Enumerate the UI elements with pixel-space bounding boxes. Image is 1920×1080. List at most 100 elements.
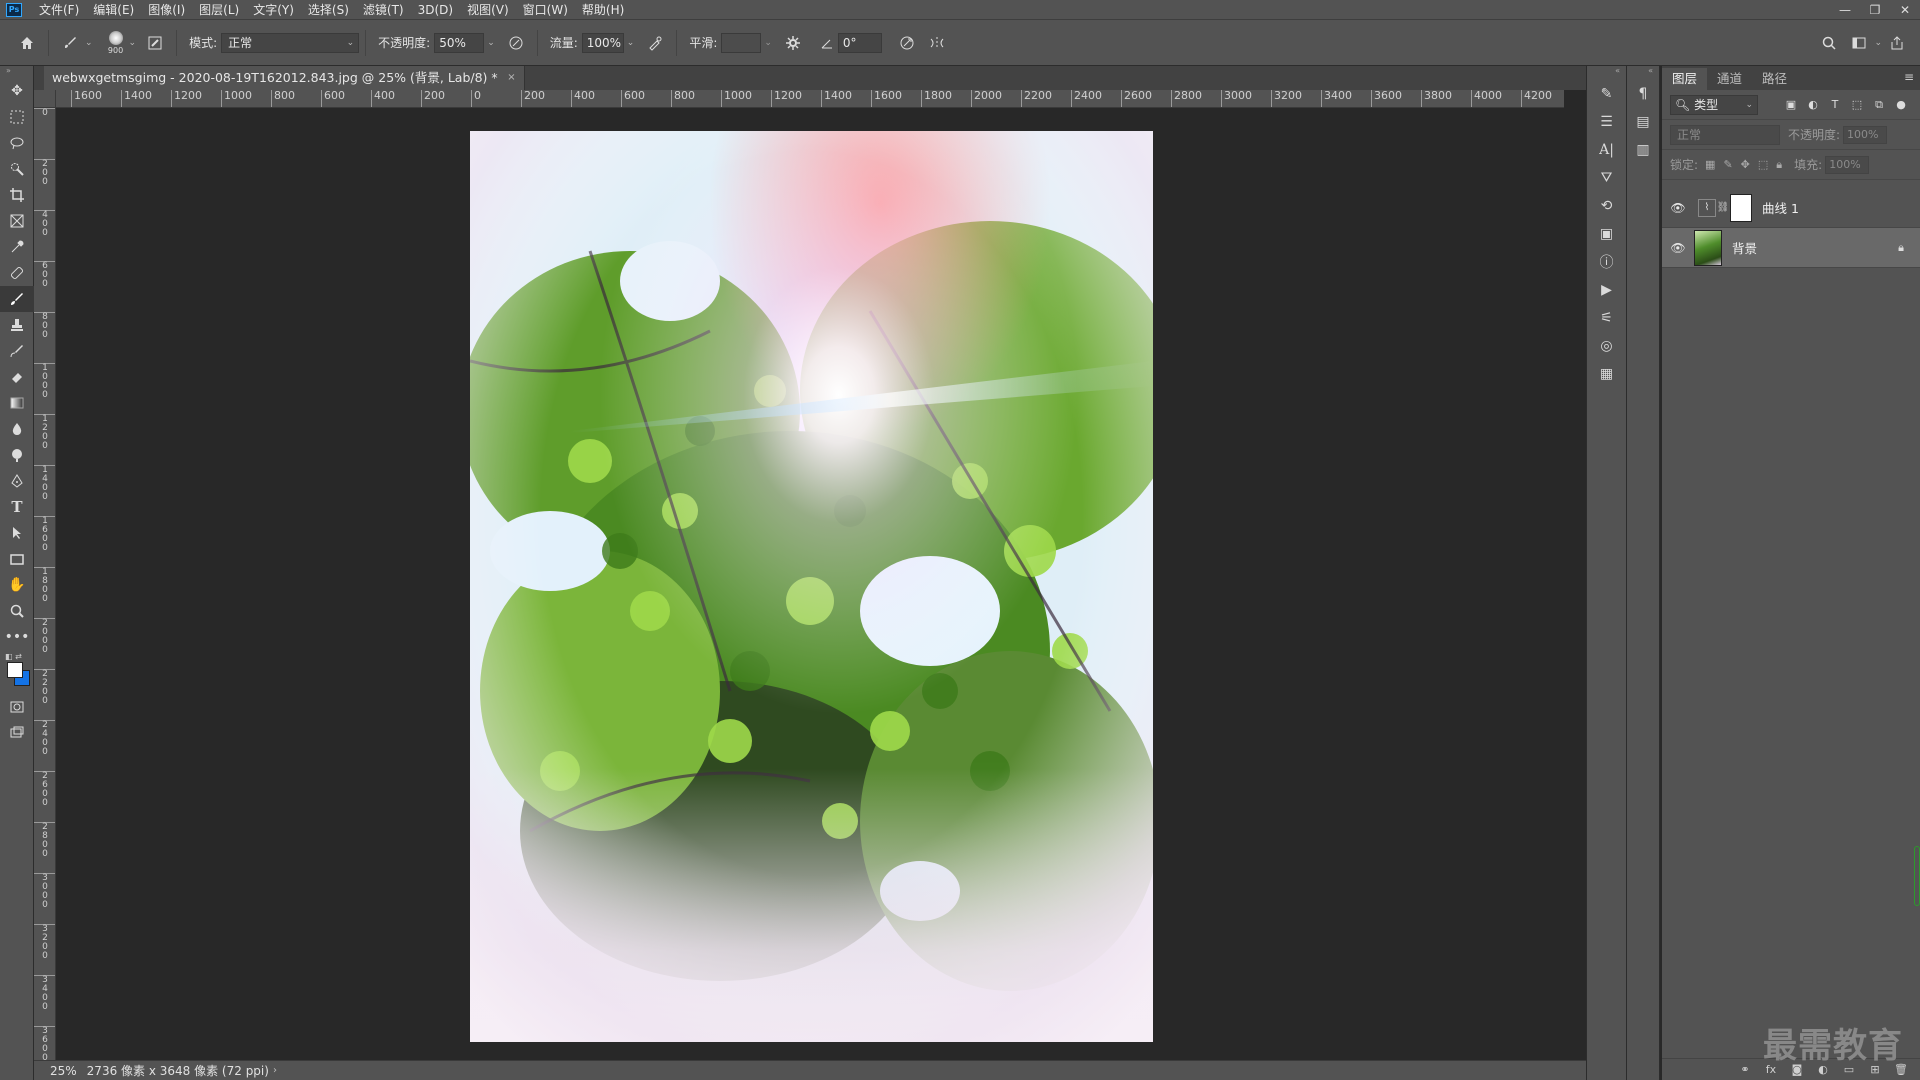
hand-tool-icon[interactable]: ✋: [0, 572, 34, 598]
airbrush-icon[interactable]: [644, 32, 666, 54]
layer-row-curves[interactable]: 👁︎ ⌇ ⛓︎ 曲线 1: [1662, 188, 1920, 228]
menu-3d[interactable]: 3D(D): [411, 0, 460, 20]
eraser-tool-icon[interactable]: [0, 364, 34, 390]
brush-tool-preset-icon[interactable]: [59, 32, 81, 54]
ruler-origin[interactable]: [34, 90, 56, 108]
tab-layers[interactable]: 图层: [1662, 68, 1708, 90]
quick-selection-tool-icon[interactable]: [0, 156, 34, 182]
eyedropper-tool-icon[interactable]: [0, 234, 34, 260]
pen-tool-icon[interactable]: [0, 468, 34, 494]
pressure-size-icon[interactable]: [896, 32, 918, 54]
link-chain-icon[interactable]: ⛓︎: [1716, 202, 1730, 213]
menu-file[interactable]: 文件(F): [32, 0, 86, 20]
share-icon[interactable]: [1886, 32, 1908, 54]
layer-name[interactable]: 背景: [1732, 238, 1757, 257]
learn-icon[interactable]: ▣: [1587, 220, 1626, 248]
lock-transparent-icon[interactable]: ▦: [1705, 158, 1715, 171]
filter-adjustment-icon[interactable]: ◐: [1802, 96, 1824, 114]
opacity-input[interactable]: 50%: [434, 32, 485, 53]
menu-filter[interactable]: 滤镜(T): [356, 0, 411, 20]
move-tool-icon[interactable]: ✥: [0, 78, 34, 104]
dodge-tool-icon[interactable]: [0, 442, 34, 468]
menu-help[interactable]: 帮助(H): [575, 0, 631, 20]
menu-window[interactable]: 窗口(W): [516, 0, 575, 20]
history-icon[interactable]: ⟲: [1587, 192, 1626, 220]
tab-channels[interactable]: 通道: [1707, 68, 1752, 90]
filter-shape-icon[interactable]: ⬚: [1846, 96, 1868, 114]
paragraph-icon[interactable]: ¶: [1627, 80, 1659, 108]
filter-toggle-icon[interactable]: ●: [1890, 96, 1912, 114]
link-layers-icon[interactable]: ⚭: [1732, 1063, 1758, 1076]
document-size-info[interactable]: 2736 像素 x 3648 像素 (72 ppi): [87, 1062, 269, 1079]
fill-input[interactable]: 100%: [1825, 155, 1870, 174]
chevron-down-icon[interactable]: ⌄: [764, 38, 772, 48]
curves-adjustment-icon[interactable]: ⌇: [1698, 198, 1716, 217]
gradient-tool-icon[interactable]: [0, 390, 34, 416]
smoothing-input[interactable]: [721, 32, 762, 53]
blend-mode-select[interactable]: 正常: [1670, 124, 1780, 145]
canvas-area[interactable]: [56, 108, 1564, 1060]
history-brush-tool-icon[interactable]: [0, 338, 34, 364]
default-colors-icon[interactable]: ◧ ⇄: [5, 652, 22, 661]
swatches-icon[interactable]: ▦: [1587, 360, 1626, 388]
chevron-down-icon[interactable]: ⌄: [1874, 38, 1882, 48]
character-icon[interactable]: A|: [1587, 136, 1626, 164]
document-image[interactable]: [470, 131, 1153, 1042]
more-tools-icon[interactable]: •••: [0, 624, 34, 650]
lock-pixels-icon[interactable]: ✎: [1723, 158, 1732, 171]
mode-select[interactable]: 正常 ⌄: [221, 32, 360, 53]
layer-row-background[interactable]: 👁︎ 背景 🔒︎: [1662, 228, 1920, 268]
rectangle-tool-icon[interactable]: [0, 546, 34, 572]
marquee-tool-icon[interactable]: [0, 104, 34, 130]
info-icon[interactable]: ⓘ: [1587, 248, 1626, 276]
type-tool-icon[interactable]: T: [0, 494, 34, 520]
foreground-color-swatch[interactable]: [7, 662, 23, 678]
menu-edit[interactable]: 编辑(E): [86, 0, 141, 20]
menu-view[interactable]: 视图(V): [460, 0, 516, 20]
layer-thumbnail[interactable]: [1694, 229, 1722, 266]
notes-icon[interactable]: ▥: [1627, 136, 1659, 164]
panel-menu-icon[interactable]: ≡: [1904, 70, 1914, 84]
menu-layer[interactable]: 图层(L): [192, 0, 246, 20]
3d-icon[interactable]: ◎: [1587, 332, 1626, 360]
pressure-opacity-icon[interactable]: [505, 32, 527, 54]
brush-settings-icon[interactable]: ✎: [1587, 80, 1626, 108]
zoom-scrollbar[interactable]: [1914, 846, 1920, 906]
crop-tool-icon[interactable]: [0, 182, 34, 208]
layer-mask-thumbnail[interactable]: [1730, 193, 1752, 222]
path-selection-tool-icon[interactable]: [0, 520, 34, 546]
close-tab-icon[interactable]: ×: [507, 66, 515, 90]
zoom-tool-icon[interactable]: [0, 598, 34, 624]
brush-size-picker[interactable]: 900: [103, 26, 129, 60]
menu-select[interactable]: 选择(S): [301, 0, 356, 20]
screen-mode-icon[interactable]: [0, 720, 34, 746]
brush-tool-icon[interactable]: [0, 286, 34, 312]
color-swatches[interactable]: ◧ ⇄: [0, 650, 34, 694]
healing-brush-tool-icon[interactable]: [0, 260, 34, 286]
minimize-button[interactable]: —: [1830, 0, 1860, 20]
clone-stamp-tool-icon[interactable]: [0, 312, 34, 338]
document-tab[interactable]: webwxgetmsgimg - 2020-08-19T162012.843.j…: [44, 66, 525, 90]
lasso-tool-icon[interactable]: [0, 130, 34, 156]
restore-button[interactable]: ❐: [1860, 0, 1890, 20]
collapse-toolbar-icon[interactable]: »: [0, 66, 33, 78]
visibility-eye-icon[interactable]: 👁︎: [1668, 241, 1688, 255]
horizontal-ruler[interactable]: 1600 1400 1200 1000 800 600 400 200 0 200 400 600 80…: [56, 90, 1564, 108]
libraries-icon[interactable]: ▤: [1627, 108, 1659, 136]
flow-input[interactable]: 100%: [581, 32, 624, 53]
layer-filter-select[interactable]: 🔍︎ 类型 ⌄: [1670, 94, 1758, 115]
lock-position-icon[interactable]: ✥: [1741, 158, 1750, 171]
tab-paths[interactable]: 路径: [1752, 68, 1797, 90]
chevron-down-icon[interactable]: ⌄: [627, 38, 635, 48]
chevron-down-icon[interactable]: ⌄: [487, 38, 495, 48]
vertical-ruler[interactable]: 0 2 0 0 4 0 0 6 0 0 8 0 0 1 0 0 0 1 2 0 0 1 4 0…: [34, 108, 56, 1060]
blur-tool-icon[interactable]: [0, 416, 34, 442]
lock-icon[interactable]: 🔒︎: [1898, 241, 1904, 255]
chevron-right-icon[interactable]: ›: [273, 1065, 277, 1076]
chevron-down-icon[interactable]: ⌄: [85, 38, 93, 48]
frame-tool-icon[interactable]: [0, 208, 34, 234]
properties-icon[interactable]: ⚟: [1587, 304, 1626, 332]
quick-mask-icon[interactable]: [0, 694, 34, 720]
lock-all-icon[interactable]: 🔒︎: [1776, 158, 1782, 172]
zoom-level[interactable]: 25%: [34, 1064, 87, 1078]
